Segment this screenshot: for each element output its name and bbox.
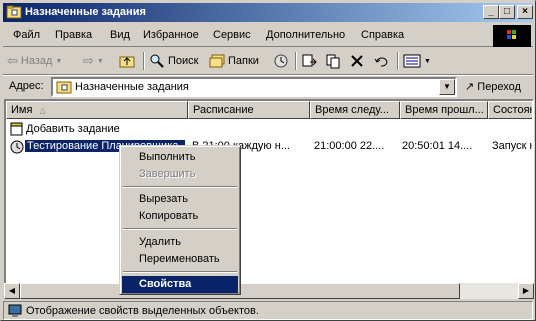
- column-header-next-run[interactable]: Время следу...: [310, 101, 400, 119]
- menu-item-rename[interactable]: Переименовать: [122, 251, 238, 268]
- menu-separator: [123, 271, 237, 273]
- address-dropdown-button[interactable]: ▼: [439, 79, 455, 95]
- sort-ascending-icon: △: [39, 106, 46, 115]
- explorer-window: Назначенные задания _ □ × Файл Правка Ви…: [0, 0, 536, 321]
- address-label: Адрес:: [9, 80, 44, 92]
- window-title: Назначенные задания: [25, 6, 146, 18]
- menu-favorites[interactable]: Избранное: [143, 29, 199, 41]
- chevron-down-icon: ▼: [96, 57, 104, 65]
- address-value: Назначенные задания: [75, 81, 189, 93]
- add-task-icon: [10, 122, 23, 136]
- scheduled-tasks-folder-icon: [56, 81, 72, 94]
- right-arrow-icon: ▶: [522, 286, 530, 295]
- menu-separator: [123, 186, 237, 188]
- up-folder-icon: [119, 56, 135, 68]
- task-row-test[interactable]: Тестирование Планировщика В 21:00 каждую…: [6, 139, 532, 155]
- menu-item-run[interactable]: Выполнить: [122, 149, 238, 166]
- horizontal-scrollbar[interactable]: ◀ ▶: [4, 283, 534, 299]
- copy-to-button[interactable]: [325, 51, 341, 71]
- task-name: Добавить задание: [26, 123, 120, 135]
- back-arrow-icon: ⇦: [7, 53, 18, 68]
- menu-item-cut[interactable]: Вырезать: [122, 191, 238, 208]
- chevron-down-icon: ▼: [55, 57, 63, 65]
- views-button[interactable]: ▼: [403, 51, 431, 71]
- forward-button[interactable]: ⇨ ▼: [83, 51, 104, 71]
- delete-button[interactable]: [349, 51, 365, 71]
- menu-item-copy[interactable]: Копировать: [122, 208, 238, 225]
- scroll-right-button[interactable]: ▶: [518, 283, 534, 299]
- task-status: Запуск не: [492, 140, 532, 152]
- go-arrow-icon: ↗: [465, 81, 475, 93]
- column-header-name[interactable]: Имя △: [6, 101, 188, 119]
- chevron-down-icon: ▼: [443, 82, 451, 91]
- folders-button[interactable]: Папки: [209, 51, 259, 71]
- folders-icon: [209, 54, 225, 68]
- menu-advanced[interactable]: Дополнительно: [266, 29, 345, 41]
- status-text: Отображение свойств выделенных объектов.: [26, 305, 259, 317]
- context-menu: Выполнить Завершить Вырезать Копировать …: [119, 145, 241, 295]
- forward-arrow-icon: ⇨: [83, 53, 94, 68]
- address-input[interactable]: Назначенные задания ▼: [51, 77, 457, 97]
- task-row-add[interactable]: Добавить задание: [6, 122, 532, 138]
- menu-edit[interactable]: Правка: [55, 29, 92, 41]
- menu-file[interactable]: Файл: [13, 29, 40, 41]
- go-button[interactable]: ↗ Переход: [465, 80, 521, 93]
- scroll-left-button[interactable]: ◀: [4, 283, 20, 299]
- folders-label: Папки: [228, 55, 259, 67]
- search-icon: [150, 54, 164, 68]
- close-button[interactable]: ×: [517, 5, 533, 19]
- task-last-run: 20:50:01 14....: [402, 140, 473, 152]
- menu-bar: Файл Правка Вид Избранное Сервис Дополни…: [3, 25, 533, 47]
- scheduled-task-icon: [10, 140, 24, 154]
- toolbar-separator: [397, 52, 399, 70]
- go-label: Переход: [477, 81, 521, 93]
- menu-separator: [123, 228, 237, 230]
- status-bar: Отображение свойств выделенных объектов.: [3, 301, 533, 320]
- maximize-button[interactable]: □: [499, 5, 515, 19]
- scheduled-tasks-folder-icon: [6, 5, 22, 19]
- minimize-button[interactable]: _: [483, 5, 499, 19]
- menu-item-properties[interactable]: Свойства: [122, 276, 238, 293]
- task-list[interactable]: Имя △ Расписание Время следу... Время пр…: [4, 99, 534, 299]
- toolbar-separator: [295, 52, 297, 70]
- search-button[interactable]: Поиск: [149, 51, 198, 71]
- back-label: Назад: [20, 55, 53, 67]
- up-folder-button[interactable]: [119, 51, 135, 71]
- move-to-button[interactable]: [301, 51, 317, 71]
- undo-button[interactable]: [373, 51, 389, 71]
- views-icon: [403, 54, 421, 68]
- column-header-name-label: Имя: [11, 104, 33, 116]
- status-computer-icon: [8, 304, 22, 317]
- delete-icon: [351, 55, 363, 67]
- menu-help[interactable]: Справка: [361, 29, 404, 41]
- left-arrow-icon: ◀: [8, 286, 16, 295]
- windows-logo-icon: [493, 25, 531, 47]
- address-bar: Адрес: Назначенные задания ▼ ↗ Переход: [3, 76, 533, 98]
- menu-view[interactable]: Вид: [110, 29, 130, 41]
- column-header-status[interactable]: Состоян: [488, 101, 532, 119]
- column-header-last-run[interactable]: Время прошл...: [400, 101, 488, 119]
- move-to-icon: [302, 54, 317, 67]
- back-button[interactable]: ⇦ Назад ▼: [7, 51, 62, 71]
- undo-icon: [374, 57, 388, 67]
- toolbar-separator: [143, 52, 145, 70]
- history-icon: [274, 54, 288, 68]
- chevron-down-icon: ▼: [424, 57, 431, 65]
- standard-toolbar: ⇦ Назад ▼ ⇨ ▼ Поиск Папки ▼: [3, 48, 533, 74]
- menu-tools[interactable]: Сервис: [213, 29, 251, 41]
- column-header-schedule[interactable]: Расписание: [188, 101, 310, 119]
- menu-item-delete[interactable]: Удалить: [122, 234, 238, 251]
- menu-item-end: Завершить: [139, 168, 196, 180]
- title-bar[interactable]: Назначенные задания _ □ ×: [3, 3, 533, 22]
- search-label: Поиск: [168, 55, 199, 67]
- copy-to-icon: [326, 54, 340, 69]
- history-button[interactable]: [273, 51, 289, 71]
- task-next-run: 21:00:00 22....: [314, 140, 385, 152]
